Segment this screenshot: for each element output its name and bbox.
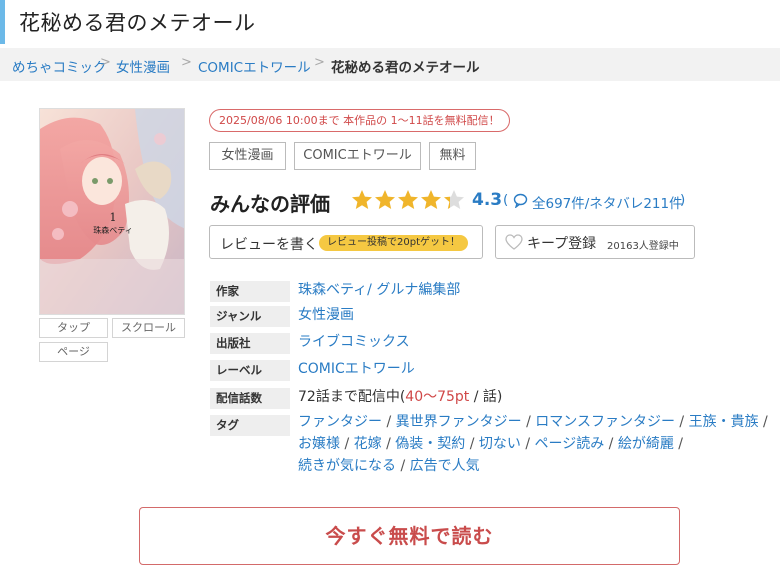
view-page-button[interactable]: ページ: [39, 342, 108, 362]
star-icon: [421, 190, 441, 209]
episodes-text-post: / 話): [469, 389, 503, 405]
episodes-price: 40〜75pt: [405, 389, 470, 405]
speech-bubble-icon: [513, 193, 528, 208]
publisher-link[interactable]: ライブコミックス: [298, 331, 410, 351]
breadcrumb-separator: >: [314, 55, 325, 70]
star-half-icon: [444, 190, 464, 209]
write-review-label: レビューを書く: [220, 237, 318, 253]
cover-image[interactable]: 1 珠森ベティ: [39, 108, 185, 315]
tag-link[interactable]: 王族・貴族: [689, 414, 759, 430]
info-label-genre: ジャンル: [210, 306, 290, 327]
rating-label: みんなの評価: [210, 192, 330, 216]
info-label-tags: タグ: [210, 415, 290, 436]
author-link[interactable]: 珠森ベティ/ グルナ編集部: [298, 279, 460, 299]
free-notice-badge: 2025/08/06 10:00まで 本作品の 1～11話を無料配信！: [209, 109, 510, 132]
keep-count: 20163人登録中: [607, 241, 679, 252]
view-tap-button[interactable]: タップ: [39, 318, 108, 338]
star-icon: [352, 190, 372, 209]
info-label-episodes: 配信話数: [210, 388, 290, 409]
rating-paren-close: ): [680, 192, 686, 208]
read-free-label: 今すぐ無料で読む: [325, 524, 494, 548]
episodes-value: 72話まで配信中(40〜75pt / 話): [298, 386, 502, 406]
page-title: 花秘める君のメテオール: [19, 11, 256, 35]
title-bar: 花秘める君のメテオール: [0, 0, 780, 44]
read-free-button[interactable]: 今すぐ無料で読む: [139, 507, 680, 565]
breadcrumb-item-home[interactable]: めちゃコミック: [12, 56, 107, 76]
breadcrumb-current: 花秘める君のメテオール: [331, 60, 480, 76]
breadcrumb-item-genre[interactable]: 女性漫画: [116, 56, 170, 76]
tag-link[interactable]: ファンタジー: [298, 414, 382, 430]
info-label-publisher: 出版社: [210, 333, 290, 354]
tag-link[interactable]: 絵が綺麗: [618, 436, 674, 452]
star-icon: [398, 190, 418, 209]
genre-link[interactable]: 女性漫画: [298, 304, 354, 324]
rating-score: 4.3: [472, 190, 503, 210]
tag-genre[interactable]: 女性漫画: [209, 142, 286, 170]
breadcrumb: めちゃコミック > 女性漫画 > COMICエトワール > 花秘める君のメテオー…: [0, 48, 780, 81]
tag-link[interactable]: 偽装・契約: [395, 436, 465, 452]
star-rating: [352, 190, 464, 209]
tag-list-row: ファンタジー / 異世界ファンタジー / ロマンスファンタジー / 王族・貴族 …: [298, 414, 768, 430]
breadcrumb-separator: >: [181, 55, 192, 70]
info-label-author: 作家: [210, 281, 290, 302]
tag-link[interactable]: ページ読み: [535, 436, 605, 452]
episodes-text-pre: 72話まで配信中(: [298, 389, 406, 405]
view-scroll-button[interactable]: スクロール: [112, 318, 185, 338]
tag-free[interactable]: 無料: [429, 142, 476, 170]
cover-illustration: 1 珠森ベティ: [40, 109, 184, 314]
review-promo-badge: レビュー投稿で20ptゲット！: [319, 235, 468, 251]
info-label-label: レーベル: [210, 360, 290, 381]
tag-link[interactable]: 続きが気になる: [298, 458, 396, 474]
tag-link[interactable]: 異世界ファンタジー: [396, 414, 522, 430]
star-icon: [375, 190, 395, 209]
tag-list-row: 続きが気になる / 広告で人気: [298, 458, 480, 474]
tag-label[interactable]: COMICエトワール: [294, 142, 421, 170]
tag-link[interactable]: お嬢様: [298, 436, 340, 452]
write-review-button[interactable]: レビューを書く レビュー投稿で20ptゲット！: [209, 225, 483, 259]
rating-paren-open: (: [503, 192, 509, 208]
keep-button[interactable]: キープ登録 20163人登録中: [495, 225, 695, 259]
keep-label: キープ登録: [527, 236, 597, 252]
tag-link[interactable]: 切ない: [479, 436, 521, 452]
tag-list-row: お嬢様 / 花嫁 / 偽装・契約 / 切ない / ページ読み / 絵が綺麗 /: [298, 436, 684, 452]
heart-icon: [505, 234, 523, 250]
breadcrumb-item-label[interactable]: COMICエトワール: [198, 56, 311, 76]
tag-link[interactable]: ロマンスファンタジー: [535, 414, 675, 430]
breadcrumb-separator: >: [100, 55, 111, 70]
label-link[interactable]: COMICエトワール: [298, 358, 415, 378]
tag-link[interactable]: 広告で人気: [410, 458, 480, 474]
cover-author: 珠森ベティ: [93, 225, 133, 235]
review-count-link[interactable]: 全697件/ネタバレ211件: [532, 192, 683, 212]
tag-link[interactable]: 花嫁: [354, 436, 382, 452]
cover-volume: 1: [110, 211, 117, 224]
